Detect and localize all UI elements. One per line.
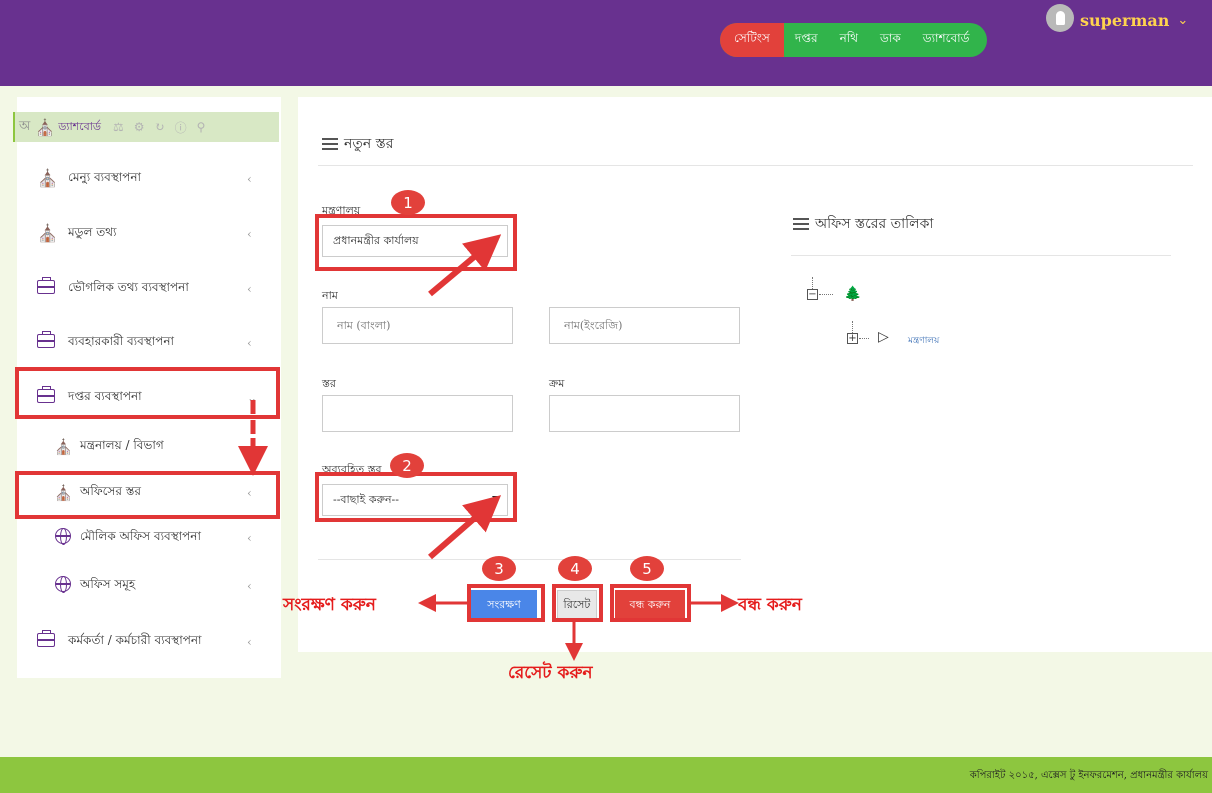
step-badge-2: 2	[390, 453, 424, 478]
step-badge-1: 1	[391, 190, 425, 215]
footer: কপিরাইট ২০১৫, এক্সেস টু ইনফরমেশন, প্রধান…	[0, 757, 1212, 793]
step-badge-4: 4	[558, 556, 592, 581]
arrow-to-ministry-select	[428, 234, 502, 297]
annotation-reset: রেসেট করুন	[508, 663, 593, 683]
annotation-close: বন্ধ করুন	[738, 595, 802, 615]
step-badge-5: 5	[630, 556, 664, 581]
arrow-to-parent-select	[428, 495, 502, 560]
annotation-arrows	[238, 234, 739, 661]
footer-copyright: কপিরাইট ২০১৫, এক্সেস টু ইনফরমেশন, প্রধান…	[969, 770, 1208, 781]
step-badge-3: 3	[482, 556, 516, 581]
annotation-save: সংরক্ষণ করুন	[283, 595, 376, 615]
